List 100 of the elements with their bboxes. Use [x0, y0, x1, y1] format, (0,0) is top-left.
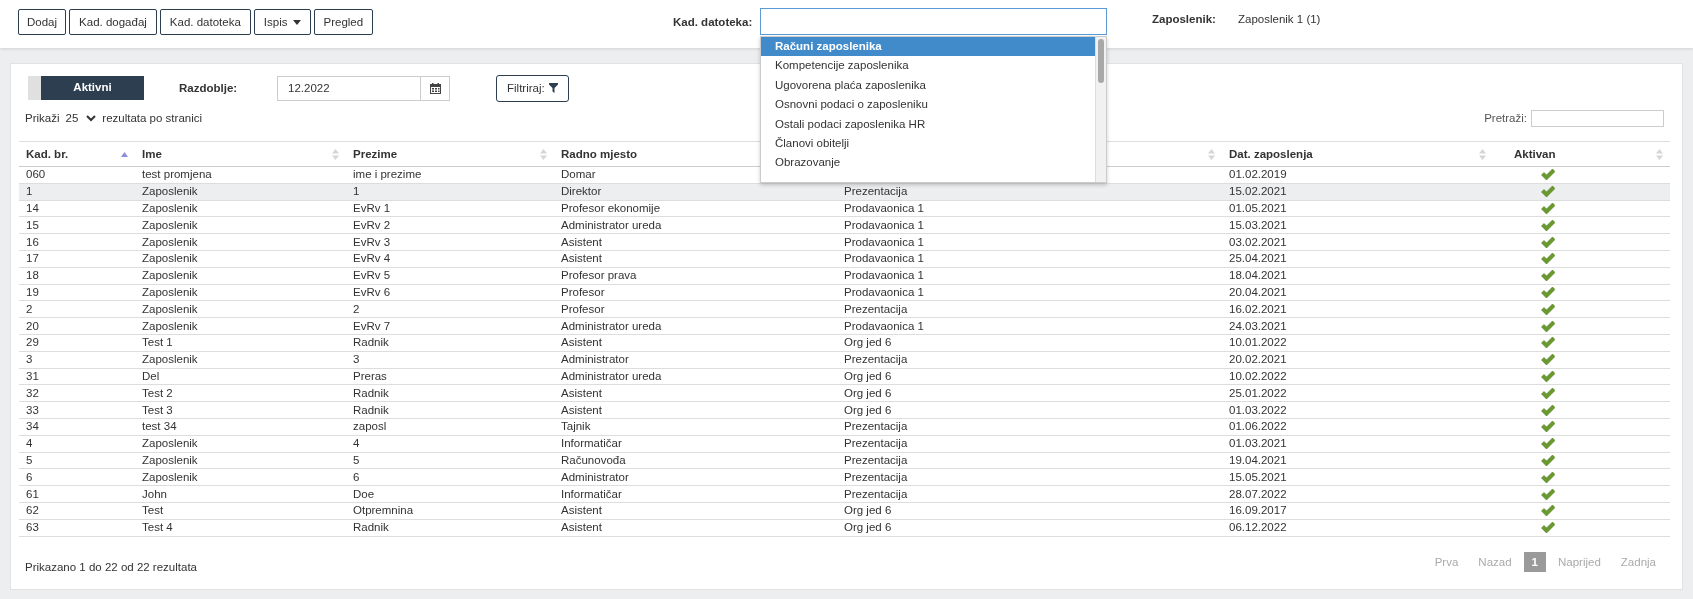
table-cell: 62	[26, 504, 39, 517]
table-cell: Asistent	[561, 336, 602, 349]
results-summary: Prikazano 1 do 22 od 22 rezultata	[25, 560, 197, 573]
table-cell: John	[142, 487, 167, 500]
caret-icon	[292, 19, 301, 25]
filter-button[interactable]: Filtriraj:	[496, 74, 569, 102]
column-header[interactable]: Radno mjesto	[561, 148, 638, 160]
table-cell: 3	[26, 353, 33, 366]
table-cell: 5	[353, 453, 360, 466]
table-cell: Prezentacija	[844, 470, 908, 483]
table-cell: Profesor	[561, 285, 605, 298]
column-header[interactable]: Ime	[142, 148, 162, 160]
table-cell: Asistent	[561, 521, 602, 534]
table-cell: Radnik	[353, 336, 389, 349]
column-header[interactable]: Kad. br.	[26, 148, 69, 160]
dropdown-option[interactable]: Ostali podaci zaposlenika HR	[761, 114, 1095, 134]
table-cell: zaposl	[353, 420, 387, 433]
table-cell: 17	[26, 252, 39, 265]
table-cell: Direktor	[561, 185, 602, 198]
table-cell: Administrator ureda	[561, 319, 662, 332]
table-cell: Prezentacija	[844, 185, 908, 198]
dropdown-option[interactable]: Osnovni podaci o zaposleniku	[761, 95, 1095, 115]
table-cell: Profesor ekonomije	[561, 202, 661, 214]
table-cell: Administrator ureda	[561, 218, 662, 231]
table-cell: 25.01.2022	[1229, 386, 1287, 399]
table-cell: EvRv 4	[353, 252, 391, 265]
page-size-label: rezultata po stranici	[102, 112, 203, 124]
toolbar-button[interactable]: Pregled	[313, 9, 374, 35]
table-cell: Informatičar	[561, 487, 622, 500]
table-cell: Doe	[353, 487, 375, 500]
table-cell: 15.03.2021	[1229, 218, 1287, 231]
table-cell: 25.04.2021	[1229, 252, 1287, 265]
table-cell: Radnik	[353, 386, 389, 399]
table-cell: EvRv 5	[353, 269, 391, 282]
table-cell: Profesor	[561, 302, 605, 315]
table-cell: Asistent	[561, 386, 602, 399]
search-field[interactable]	[1531, 109, 1664, 127]
table-cell: Org jed 6	[844, 386, 892, 399]
toolbar-button[interactable]: Kad. datoteka	[159, 9, 251, 35]
table-cell: Prezentacija	[844, 437, 908, 450]
table-cell: Org jed 6	[844, 369, 892, 382]
page-size-select[interactable]: 25	[65, 112, 97, 124]
table-cell: Asistent	[561, 403, 602, 416]
dropdown-option[interactable]: Kompetencije zaposlenika	[761, 56, 1095, 76]
dropdown-option[interactable]: Računi zaposlenika	[761, 37, 1095, 57]
dropdown-button[interactable]: Ispis	[253, 9, 311, 35]
table-cell: Asistent	[561, 235, 602, 248]
column-header[interactable]: Dat. zaposlenja	[1229, 148, 1313, 160]
table-cell: Test 2	[142, 386, 173, 399]
table-cell: Zaposlenik	[142, 235, 198, 248]
table-cell: test promjena	[142, 168, 212, 181]
column-header[interactable]: Prezime	[353, 148, 398, 160]
toolbar-button[interactable]: Dodaj	[18, 9, 67, 35]
table-cell: EvRv 6	[353, 285, 391, 298]
table-cell: 19	[26, 285, 39, 298]
table-cell: 10.01.2022	[1229, 336, 1287, 349]
table-cell: Asistent	[561, 252, 602, 265]
column-header[interactable]: Aktivan	[1514, 148, 1556, 160]
table-cell: Zaposlenik	[142, 185, 198, 198]
table-cell: 06.12.2022	[1229, 521, 1287, 534]
table-cell: Zaposlenik	[142, 319, 198, 332]
toolbar-button[interactable]: Kad. događaj	[69, 9, 157, 35]
table-cell: 34	[26, 420, 39, 433]
table-cell: Zaposlenik	[142, 269, 198, 282]
table-cell: Prezentacija	[844, 302, 908, 315]
dropdown-option[interactable]: Ugovorena plaća zaposlenika	[761, 75, 1095, 96]
table-cell: Zaposlenik	[142, 437, 198, 450]
scrollbar[interactable]	[1095, 37, 1106, 182]
dropdown-option[interactable]: Obrazovanje	[761, 153, 1095, 173]
dropdown-option[interactable]: Članovi obitelji	[761, 133, 1095, 154]
table-cell: 16.02.2021	[1229, 302, 1287, 315]
table-cell: Radnik	[353, 521, 389, 534]
table-cell: Zaposlenik	[142, 353, 198, 366]
table-cell: Administrator	[561, 353, 629, 366]
calendar-icon	[429, 82, 441, 94]
table-cell: Prodavaonica 1	[844, 218, 924, 231]
table-cell: Test 4	[142, 521, 173, 534]
table-cell: Org jed 6	[844, 403, 892, 416]
filter-icon	[548, 83, 558, 93]
table-cell: EvRv 1	[353, 202, 391, 214]
table-cell: Asistent	[561, 504, 602, 517]
table-cell: 15.05.2021	[1229, 470, 1287, 483]
field-label: Razdoblje:	[179, 82, 239, 94]
scroll-thumb[interactable]	[1098, 39, 1104, 83]
calendar-button[interactable]	[421, 75, 450, 101]
table-cell: Profesor prava	[561, 269, 637, 282]
select-field[interactable]	[760, 8, 1107, 35]
table-cell: 20.02.2021	[1229, 353, 1287, 366]
table-cell: 18	[26, 269, 39, 282]
table-cell: EvRv 2	[353, 218, 391, 231]
table-cell: Prezentacija	[844, 420, 908, 433]
table-cell: 1	[26, 185, 33, 198]
table-cell: 16.09.2017	[1229, 504, 1287, 517]
table-cell: Prodavaonica 1	[844, 285, 924, 298]
table-cell: Prezentacija	[844, 353, 908, 366]
date-field[interactable]: 12.2022	[277, 75, 421, 101]
table-cell: Prodavaonica 1	[844, 235, 924, 248]
table-cell: 15.02.2021	[1229, 185, 1287, 198]
table-cell: Prodavaonica 1	[844, 319, 924, 332]
table-cell: 24.03.2021	[1229, 319, 1287, 332]
